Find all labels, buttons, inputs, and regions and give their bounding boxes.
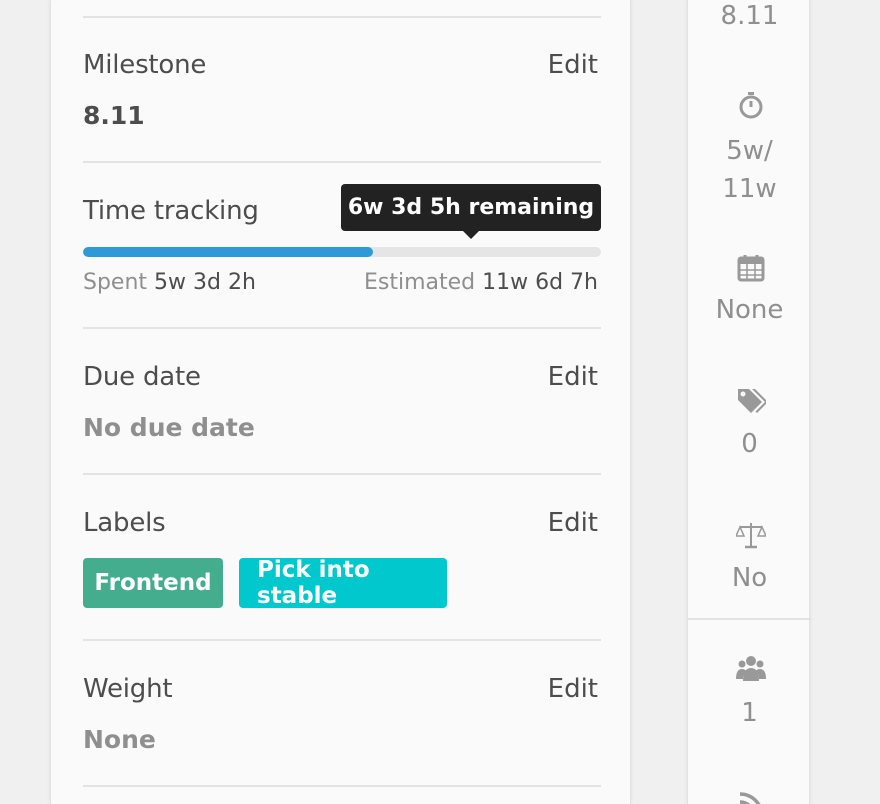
divider bbox=[83, 16, 601, 18]
rail-participants-count: 1 bbox=[741, 698, 758, 728]
divider bbox=[83, 473, 601, 475]
time-spent: Spent 5w 3d 2h bbox=[83, 270, 256, 295]
due-date-value: No due date bbox=[83, 413, 255, 442]
milestone-title: Milestone bbox=[83, 50, 207, 80]
rail-milestone-value[interactable]: 8.11 bbox=[688, 0, 811, 35]
milestone-edit-link[interactable]: Edit bbox=[548, 50, 598, 80]
divider bbox=[83, 785, 601, 787]
divider bbox=[688, 618, 811, 620]
tags-icon[interactable] bbox=[736, 386, 768, 416]
time-estimated-value: 11w 6d 7h bbox=[482, 270, 598, 295]
issue-sidebar: Milestone Edit 8.11 Time tracking 6w 3d … bbox=[50, 0, 631, 804]
balance-scale-icon[interactable] bbox=[734, 520, 768, 550]
label-frontend[interactable]: Frontend bbox=[83, 558, 223, 608]
time-spent-value: 5w 3d 2h bbox=[154, 270, 256, 295]
due-date-edit-link[interactable]: Edit bbox=[548, 362, 598, 392]
time-tracking-progress-fill bbox=[83, 247, 374, 257]
time-tracking-title: Time tracking bbox=[83, 196, 259, 226]
rail-time-spent: 5w/ bbox=[726, 136, 773, 166]
weight-edit-link[interactable]: Edit bbox=[548, 674, 598, 704]
rail-labels-count: 0 bbox=[741, 429, 758, 459]
weight-value: None bbox=[83, 725, 156, 754]
divider bbox=[83, 327, 601, 329]
users-icon[interactable] bbox=[736, 653, 766, 683]
calendar-icon[interactable] bbox=[736, 253, 766, 283]
rail-confidential: No bbox=[731, 563, 768, 593]
time-estimated: Estimated 11w 6d 7h bbox=[364, 270, 598, 295]
divider bbox=[83, 639, 601, 641]
labels-edit-link[interactable]: Edit bbox=[548, 508, 598, 538]
time-tracking-progress-bar bbox=[83, 247, 601, 257]
time-remaining-tooltip: 6w 3d 5h remaining bbox=[341, 184, 601, 239]
divider bbox=[83, 161, 601, 163]
stopwatch-icon[interactable] bbox=[736, 90, 766, 120]
collapsed-sidebar-rail: 8.11 5w/ 11w None 0 No 1 bbox=[687, 0, 811, 804]
time-spent-label: Spent bbox=[83, 270, 148, 295]
rail-time-estimate: 11w bbox=[722, 174, 777, 204]
due-date-title: Due date bbox=[83, 362, 201, 392]
weight-title: Weight bbox=[83, 674, 173, 704]
milestone-value[interactable]: 8.11 bbox=[83, 101, 145, 130]
labels-title: Labels bbox=[83, 508, 166, 538]
rss-icon[interactable] bbox=[736, 790, 766, 804]
label-pick-into-stable[interactable]: Pick into stable bbox=[239, 557, 447, 609]
time-estimated-label: Estimated bbox=[363, 270, 476, 295]
rail-due-date: None bbox=[715, 295, 784, 325]
